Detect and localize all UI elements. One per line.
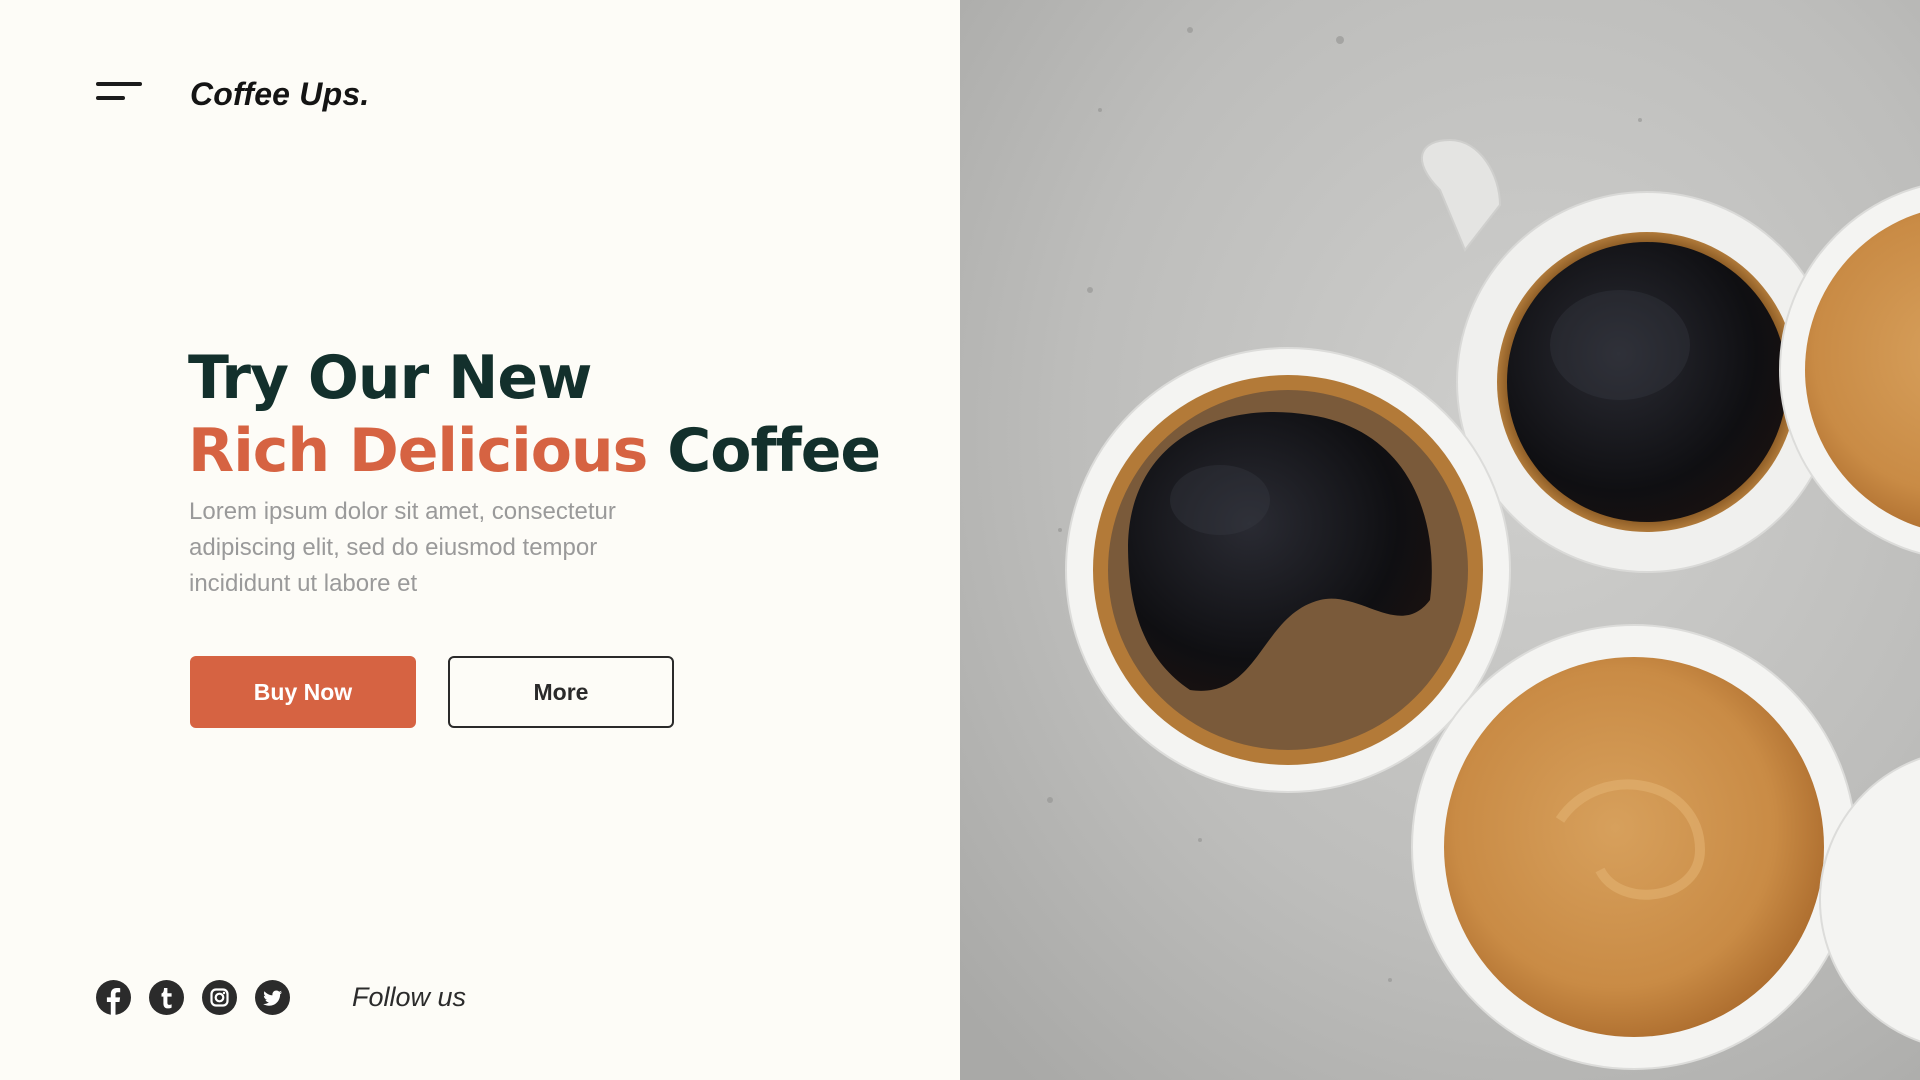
more-button[interactable]: More (448, 656, 674, 728)
hamburger-menu-icon[interactable] (96, 82, 144, 104)
social-links: Follow us (96, 980, 466, 1015)
headline-line-1: Try Our New (188, 343, 592, 413)
left-panel: Coffee Ups. Try Our New Rich Delicious C… (0, 0, 960, 1080)
instagram-icon[interactable] (202, 980, 237, 1015)
coffee-cups-photo (960, 0, 1920, 1080)
buy-now-button[interactable]: Buy Now (190, 656, 416, 728)
follow-us-label: Follow us (352, 982, 467, 1012)
headline-line-2-rest: Coffee (647, 416, 881, 486)
facebook-icon[interactable] (96, 980, 131, 1015)
twitter-icon[interactable] (255, 980, 290, 1015)
hero-image (960, 0, 1920, 1080)
hero-headline: Try Our New Rich Delicious Coffee (188, 342, 908, 488)
tumblr-icon[interactable] (149, 980, 184, 1015)
headline-accent: Rich Delicious (188, 416, 648, 486)
hero-description: Lorem ipsum dolor sit amet, consectetur … (189, 498, 616, 597)
brand-logo[interactable]: Coffee Ups. (190, 76, 369, 113)
